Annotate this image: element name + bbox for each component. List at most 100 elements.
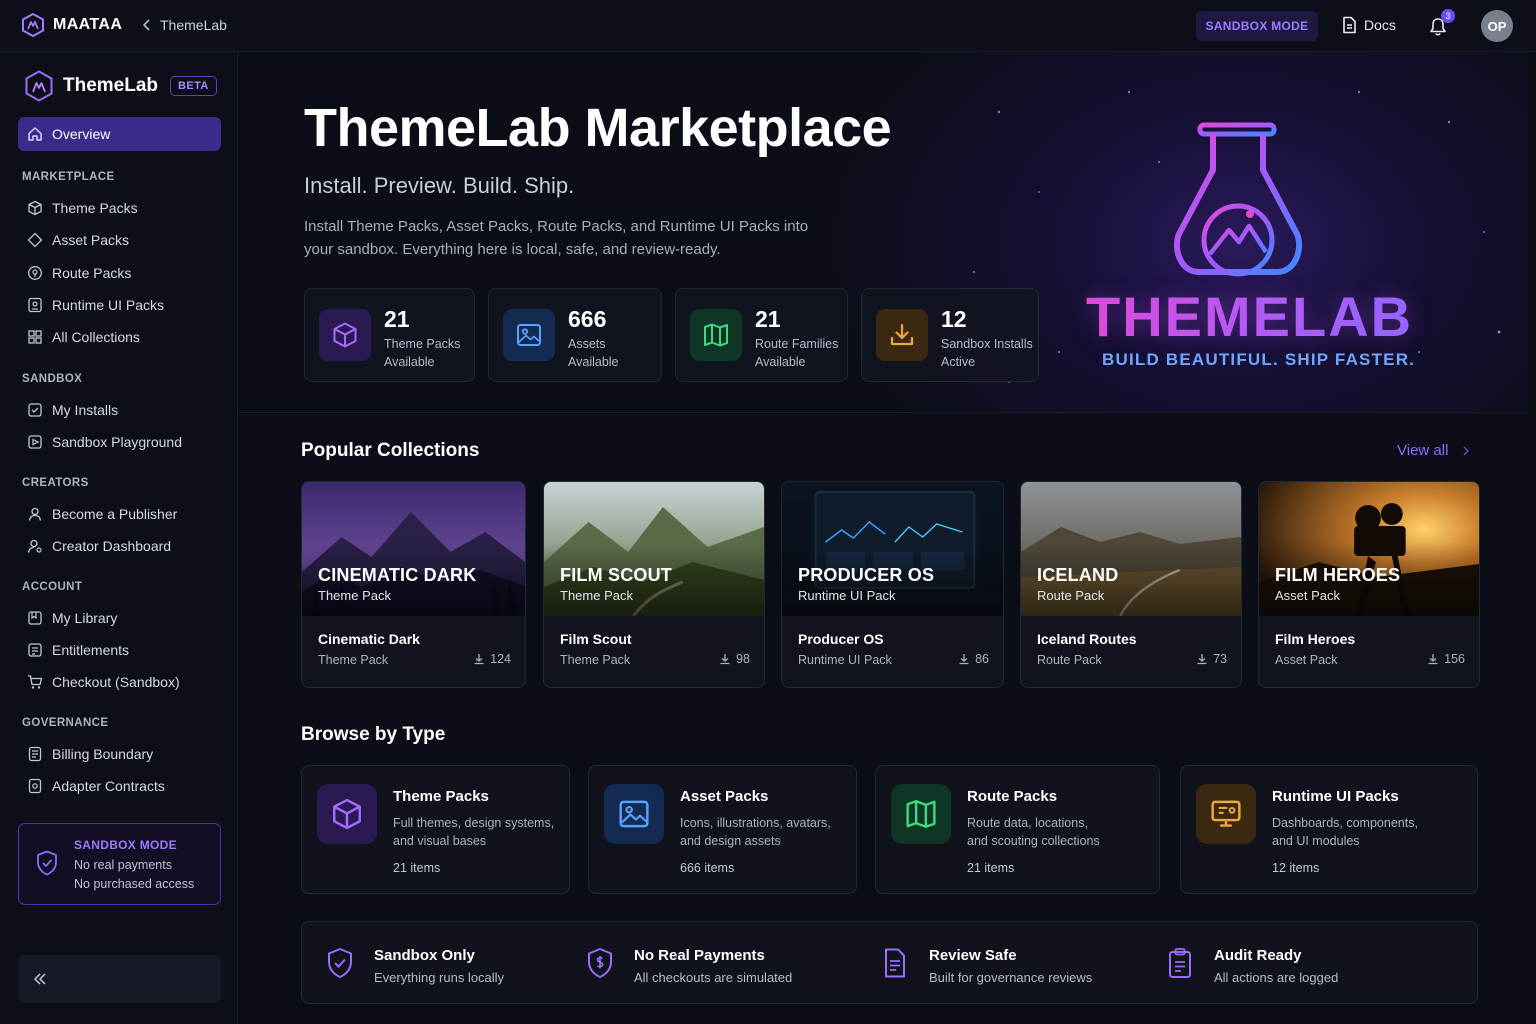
sidebar-item-label: Overview [52,126,111,142]
sidebar-item-billing-boundary[interactable]: Billing Boundary [18,737,221,771]
sidebar-item-label: Sandbox Playground [52,434,182,450]
docs-link[interactable]: Docs [1341,16,1396,34]
download-count-value: 86 [975,652,989,666]
download-icon [1428,654,1438,665]
type-card-runtime-ui-packs[interactable]: Runtime UI Packs Dashboards, components,… [1180,765,1478,894]
collection-card-film-scout[interactable]: FILM SCOUT Theme Pack Film Scout Theme P… [543,481,765,688]
beta-badge: BETA [170,76,217,96]
sandbox-notice-title: SANDBOX MODE [74,838,177,852]
card-overlay-subtitle: Runtime UI Pack [798,588,896,603]
user-icon [28,507,42,521]
collection-card-cinematic-dark[interactable]: CINEMATIC DARK Theme Pack Cinematic Dark… [301,481,526,688]
top-bar: MAATAA ThemeLab SANDBOX MODE Docs 3 OP [0,0,1536,52]
type-card-route-packs[interactable]: Route Packs Route data, locations, and sc… [875,765,1160,894]
user-avatar[interactable]: OP [1481,10,1513,42]
sidebar-item-overview[interactable]: Overview [18,117,221,151]
home-icon [28,127,42,141]
grid-icon [28,330,42,344]
type-card-title: Theme Packs [393,788,489,805]
popular-collections-title: Popular Collections [301,440,480,461]
card-overlay-title: PRODUCER OS [798,565,935,585]
card-type: Runtime UI Pack [798,653,892,667]
sidebar-item-label: My Library [52,610,118,626]
playground-icon [28,435,42,449]
sidebar-item-runtime-ui-packs[interactable]: Runtime UI Packs [18,288,221,322]
cube-icon [333,322,357,348]
sidebar-item-label: Entitlements [52,642,130,658]
type-card-description-line: Dashboards, components, [1272,816,1418,830]
collection-card-film-heroes[interactable]: FILM HEROES Asset Pack Film Heroes Asset… [1258,481,1480,688]
sidebar-item-entitlements[interactable]: Entitlements [18,633,221,667]
type-card-asset-packs[interactable]: Asset Packs Icons, illustrations, avatar… [588,765,857,894]
payment-shield-icon [588,948,612,978]
sandbox-mode-notice: SANDBOX MODE No real payments No purchas… [18,823,221,905]
sidebar-item-my-library[interactable]: My Library [18,601,221,635]
stat-theme-packs[interactable]: 21 Theme Packs Available [304,288,475,382]
sidebar-item-label: Creator Dashboard [52,538,172,554]
app-brand[interactable]: MAATAA [22,13,122,37]
stat-icon-tile [319,309,371,361]
breadcrumb[interactable]: ThemeLab [142,17,227,33]
chevron-left-icon [142,19,150,31]
sidebar-item-label: Asset Packs [52,232,130,248]
contract-icon [28,778,42,794]
sidebar-item-my-installs[interactable]: My Installs [18,393,221,427]
cube-icon [28,200,42,216]
download-count: 98 [719,652,750,666]
hero-banner: ThemeLab Marketplace Install. Preview. B… [239,52,1528,413]
sidebar-item-sandbox-playground[interactable]: Sandbox Playground [18,425,221,459]
collection-card-producer-os[interactable]: PRODUCER OS Runtime UI Pack Producer OS … [781,481,1004,688]
sidebar-item-label: Theme Packs [52,200,138,216]
type-card-description: Full themes, design systems, and visual b… [393,814,563,850]
stat-label: Theme Packs Available [384,335,460,371]
view-all-link[interactable]: View all [1397,442,1470,459]
stat-sandbox-installs[interactable]: 12 Sandbox Installs Active [861,288,1039,382]
sidebar-item-creator-dashboard[interactable]: Creator Dashboard [18,529,221,563]
sidebar-item-all-collections[interactable]: All Collections [18,320,221,354]
collapse-sidebar-button[interactable] [18,955,221,1003]
hero-title: ThemeLab Marketplace [304,98,892,158]
cube-icon [333,798,361,830]
sidebar-item-theme-packs[interactable]: Theme Packs [18,191,221,225]
sidebar-item-asset-packs[interactable]: Asset Packs [18,223,221,257]
download-count: 73 [1196,652,1227,666]
card-name: Film Heroes [1275,631,1356,647]
download-count: 86 [958,652,989,666]
type-card-count: 21 items [967,861,1015,875]
card-type: Theme Pack [560,653,631,667]
stat-assets[interactable]: 666 Assets Available [488,288,662,382]
sidebar-item-become-a-publisher[interactable]: Become a Publisher [18,497,221,531]
sidebar-item-checkout-sandbox[interactable]: Checkout (Sandbox) [18,665,221,699]
feature-description: All actions are logged [1214,970,1339,985]
document-icon [885,948,905,978]
hero-tagline: BUILD BEAUTIFUL. SHIP FASTER. [1102,350,1416,369]
feature-title: Audit Ready [1214,947,1302,964]
type-card-theme-packs[interactable]: Theme Packs Full themes, design systems,… [301,765,570,894]
type-card-title: Asset Packs [680,788,769,805]
sandbox-mode-pill[interactable]: SANDBOX MODE [1196,11,1318,41]
card-overlay-subtitle: Theme Pack [560,588,633,603]
user-gear-icon [27,539,42,553]
stat-label-line: Assets [568,337,606,351]
map-icon [906,800,936,828]
section-sandbox: SANDBOX [22,373,83,385]
sidebar-item-adapter-contracts[interactable]: Adapter Contracts [18,769,221,803]
docs-label: Docs [1364,17,1396,33]
stat-label: Assets Available [568,335,619,371]
collection-card-iceland[interactable]: ICELAND Route Pack Iceland Routes Route … [1020,481,1242,688]
card-overlay-title: ICELAND [1037,565,1119,585]
card-overlay-title: CINEMATIC DARK [318,565,477,585]
stat-label-line: Available [568,355,619,369]
sidebar-brand[interactable]: ThemeLab BETA [25,70,217,102]
sidebar-item-route-packs[interactable]: Route Packs [18,256,221,290]
stat-label-line: Route Families [755,337,839,351]
type-card-count: 666 items [680,861,735,875]
brand-name: MAATAA [53,16,123,33]
stat-route-families[interactable]: 21 Route Families Available [675,288,848,382]
type-card-title: Runtime UI Packs [1272,788,1399,805]
card-overlay-title: FILM SCOUT [560,565,672,585]
themelab-hex-icon [25,70,53,102]
installs-box-icon [28,403,42,417]
section-governance: GOVERNANCE [22,717,109,729]
stat-label: Route Families Available [755,335,838,371]
